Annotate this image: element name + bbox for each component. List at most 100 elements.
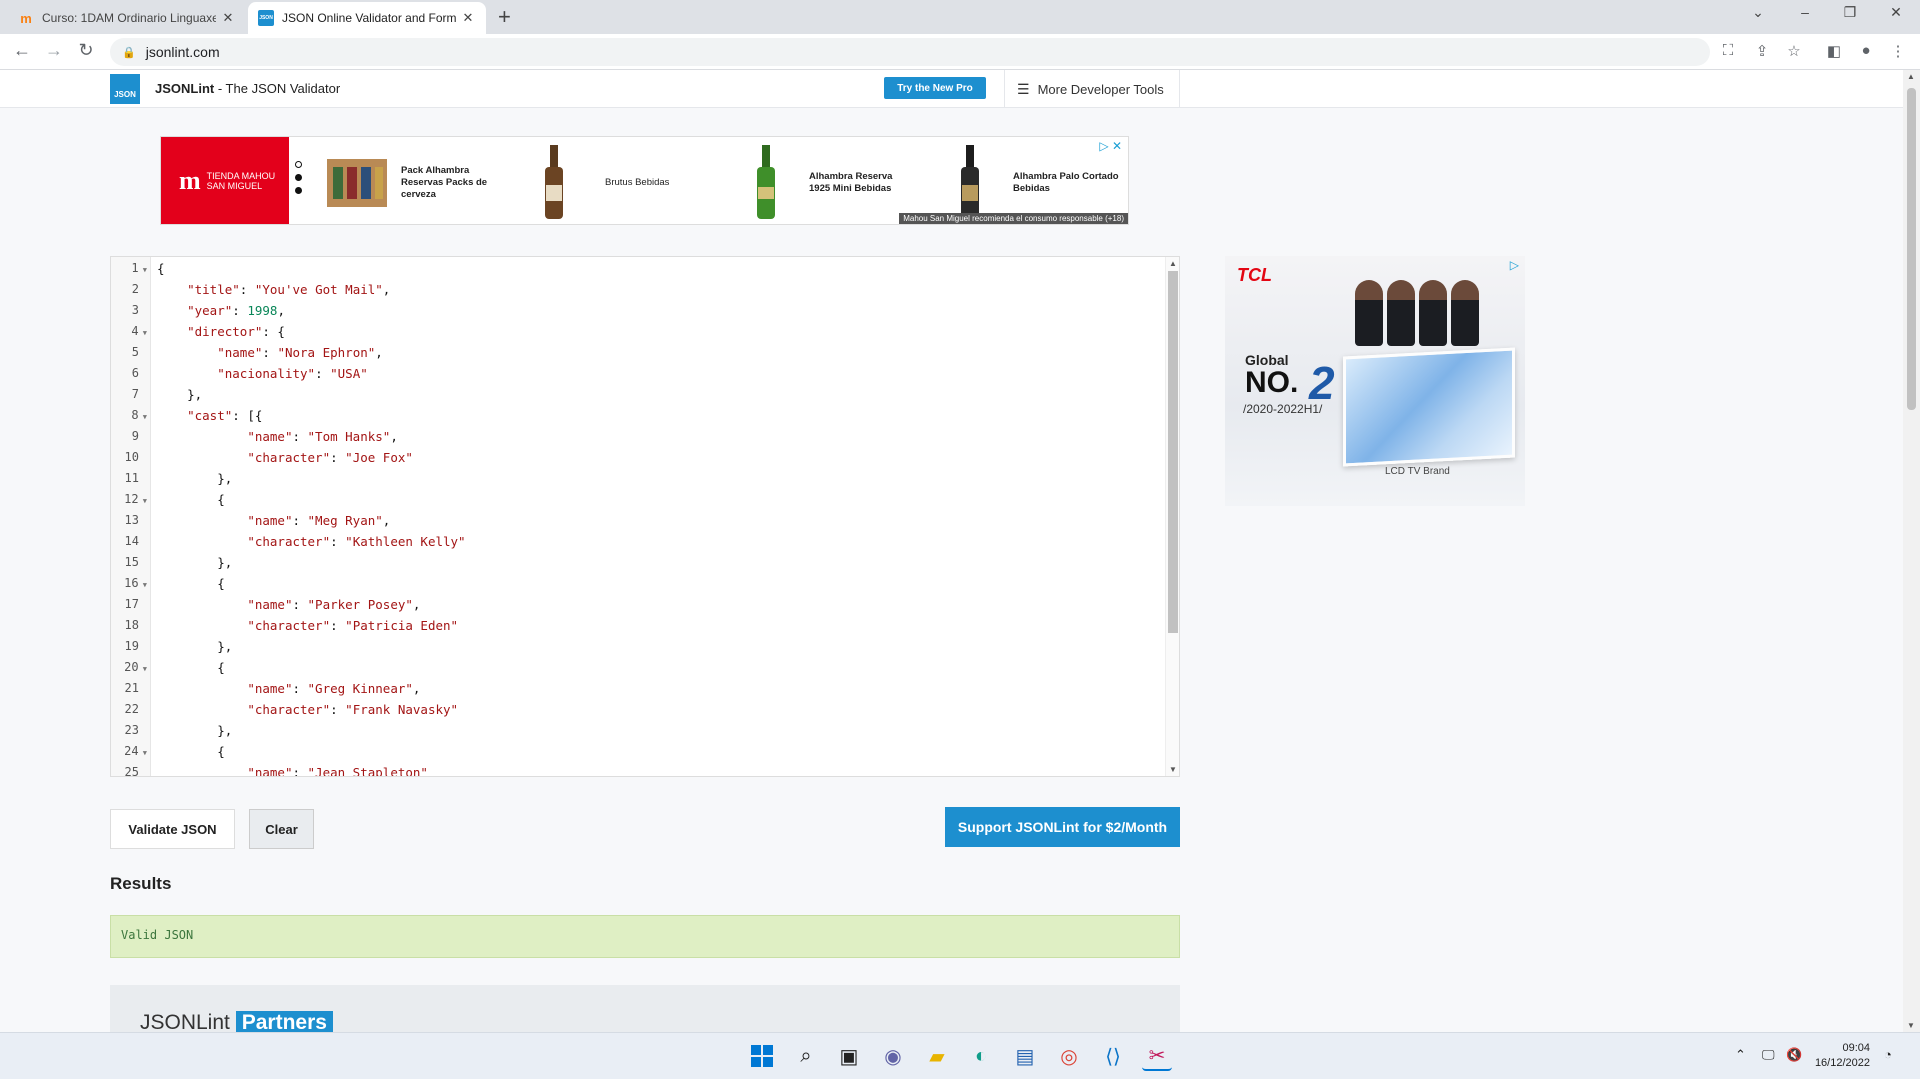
edge-browser-icon[interactable]: ◐ [966, 1041, 996, 1071]
code-line[interactable]: "name": "Parker Posey", [157, 597, 420, 612]
adchoices-icon[interactable]: ▷ ✕ [1099, 139, 1122, 153]
code-line[interactable]: { [157, 261, 165, 276]
windows-start-icon[interactable] [747, 1041, 777, 1071]
code-line[interactable]: }, [157, 471, 232, 486]
fold-arrow-icon[interactable]: ▼ [139, 497, 147, 505]
code-line[interactable]: }, [157, 555, 232, 570]
code-line[interactable]: { [157, 660, 225, 675]
file-explorer-icon[interactable]: ▰ [922, 1041, 952, 1071]
network-icon[interactable]: 🖵 [1762, 1047, 1775, 1063]
forward-arrow-icon[interactable]: → [42, 40, 66, 61]
tab-search-icon[interactable]: ⌄ [1748, 4, 1768, 21]
profile-avatar-icon[interactable]: ● [1856, 42, 1876, 59]
more-developer-tools-menu[interactable]: ☰ More Developer Tools [1004, 70, 1180, 108]
tab-moodle-course[interactable]: m Curso: 1DAM Ordinario Linguaxe ✕ [8, 2, 246, 34]
fold-arrow-icon[interactable]: ▼ [139, 665, 147, 673]
code-line[interactable]: { [157, 744, 225, 759]
fold-arrow-icon[interactable]: ▼ [139, 329, 147, 337]
fold-arrow-icon[interactable]: ▼ [139, 266, 147, 274]
code-line[interactable]: "year": 1998, [157, 303, 285, 318]
browser-menu-icon[interactable]: ⋮ [1888, 42, 1908, 60]
minimize-icon[interactable]: – [1795, 4, 1815, 20]
json-editor[interactable]: 1 ▼ 2 3 4 ▼ 5 6 7 8 ▼ 9 10 11 12 ▼ 13 14 15 16 ▼ 17 18 19 2… [110, 256, 1180, 777]
code-line[interactable]: "name": "Nora Ephron", [157, 345, 383, 360]
brand-title[interactable]: JSONLint - The JSON Validator [155, 81, 340, 96]
microsoft-store-icon[interactable]: ▤ [1010, 1041, 1040, 1071]
top-ad-banner[interactable]: m TIENDA MAHOU SAN MIGUEL Pack Alhambra R… [160, 136, 1129, 225]
validate-json-button[interactable]: Validate JSON [110, 809, 235, 849]
jsonlint-logo[interactable]: JSON [110, 74, 140, 104]
clear-button[interactable]: Clear [249, 809, 314, 849]
fold-arrow-icon[interactable]: ▼ [139, 413, 147, 421]
close-tab-icon[interactable]: ✕ [220, 10, 236, 26]
restore-icon[interactable]: ❐ [1840, 4, 1860, 21]
system-clock[interactable]: 09:04 16/12/2022 [1800, 1041, 1870, 1071]
page-scroll-thumb[interactable] [1907, 88, 1916, 410]
editor-scrollbar[interactable]: ▲ ▼ [1165, 257, 1179, 776]
scroll-up-icon[interactable]: ▲ [1907, 72, 1915, 81]
back-arrow-icon[interactable]: ← [10, 40, 34, 61]
close-tab-icon[interactable]: ✕ [460, 10, 476, 26]
code-line[interactable]: "name": "Meg Ryan", [157, 513, 390, 528]
chrome-icon[interactable]: ◎ [1054, 1041, 1084, 1071]
ad-product-label[interactable]: Pack Alhambra Reservas Packs de cerveza [401, 165, 491, 201]
code-line[interactable]: "name": "Tom Hanks", [157, 429, 398, 444]
code-line[interactable]: "nacionality": "USA" [157, 366, 368, 381]
side-panel-icon[interactable]: ◧ [1824, 42, 1844, 60]
ad-carousel-dots[interactable] [295, 161, 305, 200]
address-bar[interactable]: 🔒 jsonlint.com [110, 38, 1710, 66]
support-jsonlint-button[interactable]: Support JSONLint for $2/Month [945, 807, 1180, 847]
mahou-logo[interactable]: m TIENDA MAHOU SAN MIGUEL [161, 137, 289, 224]
vscode-icon[interactable]: ⟨⟩ [1098, 1041, 1128, 1071]
tcl-side-ad[interactable]: TCL Global NO. 2 /2020-2022H1/ LCD TV Br… [1225, 256, 1525, 506]
brand-name: JSONLint [155, 81, 215, 96]
fold-arrow-icon[interactable]: ▼ [139, 581, 147, 589]
code-line[interactable]: "name": "Greg Kinnear", [157, 681, 420, 696]
ad-disclaimer: Mahou San Miguel recomienda el consumo r… [899, 213, 1128, 224]
code-line[interactable]: "name": "Jean Stapleton" [157, 765, 428, 776]
browser-tab-bar: m Curso: 1DAM Ordinario Linguaxe ✕ JSON … [0, 0, 1920, 34]
clock-date: 16/12/2022 [1814, 1057, 1870, 1069]
line-number: 21 [124, 681, 139, 695]
notifications-icon[interactable]: ◔ [1884, 1047, 1892, 1062]
code-line[interactable]: { [157, 576, 225, 591]
translate-icon[interactable]: ⛶ [1718, 42, 1738, 59]
code-line[interactable]: "title": "You've Got Mail", [157, 282, 390, 297]
code-line[interactable]: "director": { [157, 324, 285, 339]
close-window-icon[interactable]: ✕ [1886, 4, 1906, 21]
code-line[interactable]: }, [157, 723, 232, 738]
teams-chat-icon[interactable]: ◉ [878, 1041, 908, 1071]
ad-product-label[interactable]: Brutus Bebidas [605, 177, 695, 189]
code-line[interactable]: "character": "Joe Fox" [157, 450, 413, 465]
editor-scroll-thumb[interactable] [1168, 271, 1178, 633]
scroll-down-icon[interactable]: ▼ [1907, 1021, 1915, 1030]
fold-arrow-icon[interactable]: ▼ [139, 749, 147, 757]
reload-icon[interactable]: ↻ [74, 40, 98, 61]
code-line[interactable]: "cast": [{ [157, 408, 262, 423]
line-number: 7 [131, 387, 139, 401]
ad-product-label[interactable]: Alhambra Palo Cortado Bebidas [1013, 171, 1123, 195]
try-pro-button[interactable]: Try the New Pro [884, 77, 986, 99]
page-scrollbar[interactable]: ▲ ▼ [1903, 70, 1920, 1032]
code-line[interactable]: "character": "Kathleen Kelly" [157, 534, 465, 549]
scroll-up-icon[interactable]: ▲ [1169, 259, 1177, 268]
task-view-icon[interactable]: ▣ [834, 1041, 864, 1071]
ad-product-label[interactable]: Alhambra Reserva 1925 Mini Bebidas [809, 171, 899, 195]
new-tab-icon[interactable]: + [498, 4, 511, 30]
tab-jsonlint[interactable]: JSON JSON Online Validator and Forma ✕ [248, 2, 486, 34]
line-number: 23 [124, 723, 139, 737]
share-icon[interactable]: ⇪ [1752, 42, 1772, 60]
code-line[interactable]: }, [157, 639, 232, 654]
code-line[interactable]: { [157, 492, 225, 507]
code-line[interactable]: "character": "Frank Navasky" [157, 702, 458, 717]
snipping-tool-icon[interactable]: ✂ [1142, 1041, 1172, 1071]
search-icon[interactable]: ⌕ [791, 1041, 821, 1071]
code-line[interactable]: }, [157, 387, 202, 402]
tab-title: JSON Online Validator and Forma [282, 11, 456, 25]
adchoices-icon[interactable]: ▷ [1510, 258, 1519, 272]
tray-overflow-icon[interactable]: ⌃ [1735, 1047, 1746, 1063]
page-content: JSON JSONLint - The JSON Validator Try t… [0, 70, 1903, 1032]
bookmark-star-icon[interactable]: ☆ [1784, 42, 1804, 60]
code-line[interactable]: "character": "Patricia Eden" [157, 618, 458, 633]
scroll-down-icon[interactable]: ▼ [1169, 765, 1177, 774]
